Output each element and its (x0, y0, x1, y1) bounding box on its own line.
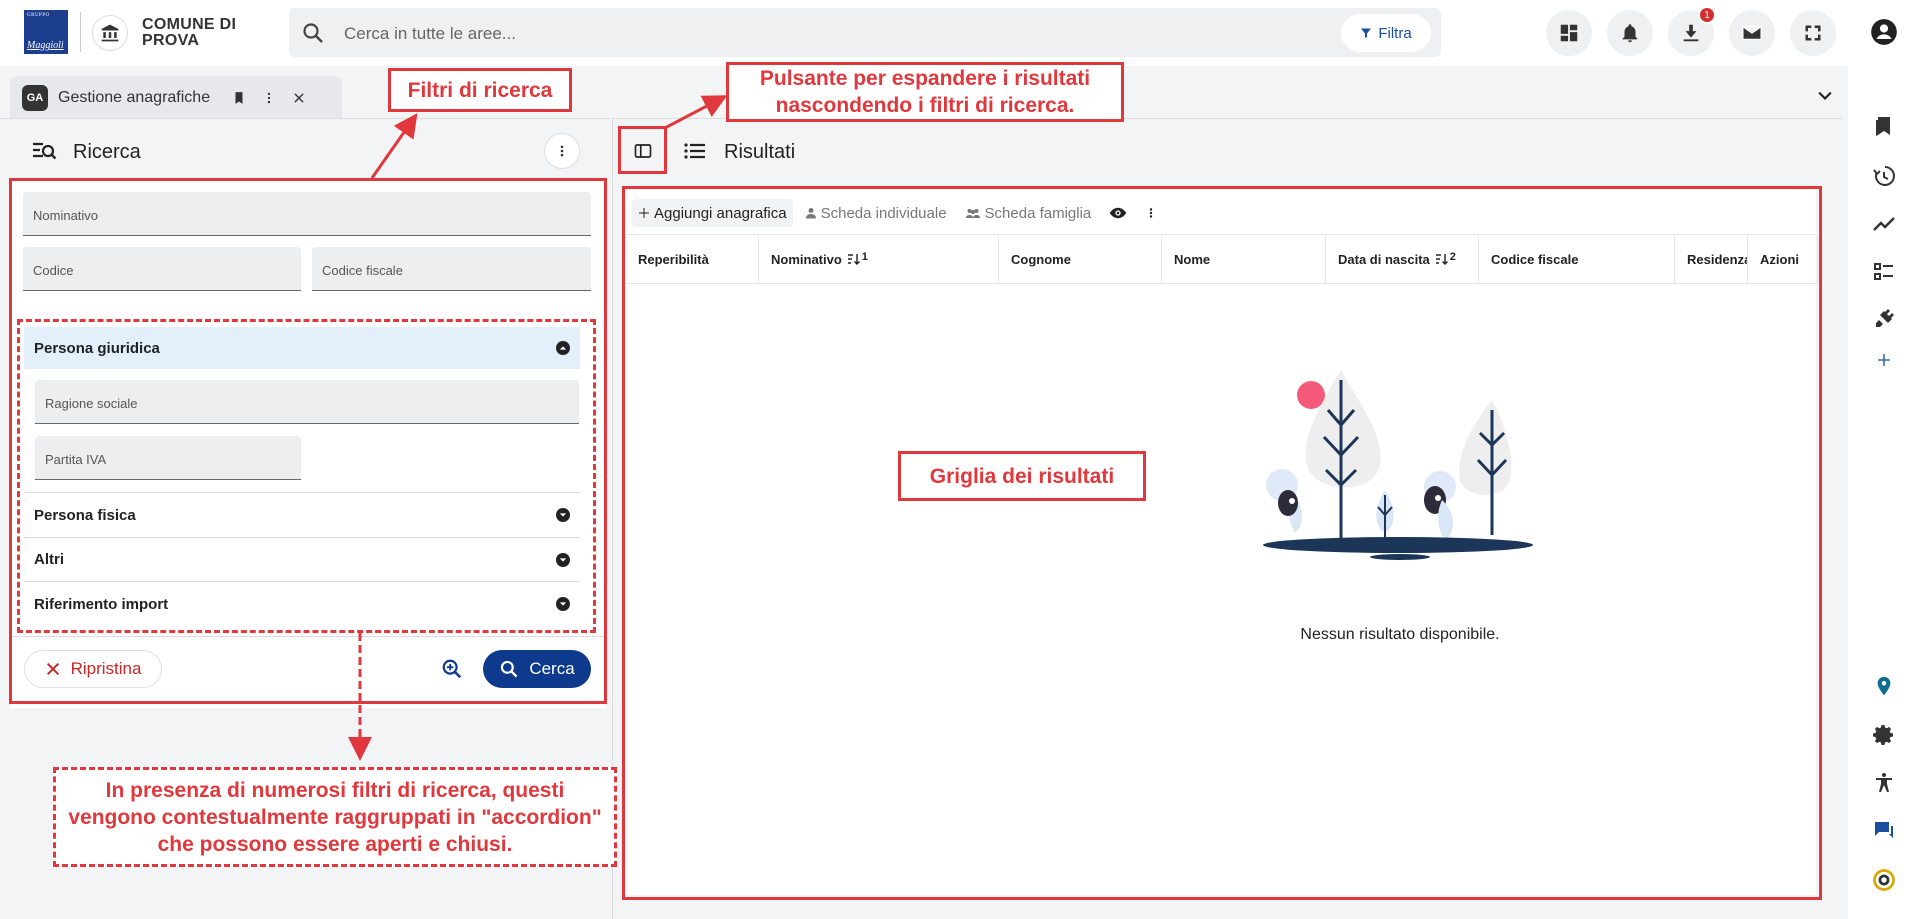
annotation-arrows (348, 95, 728, 761)
